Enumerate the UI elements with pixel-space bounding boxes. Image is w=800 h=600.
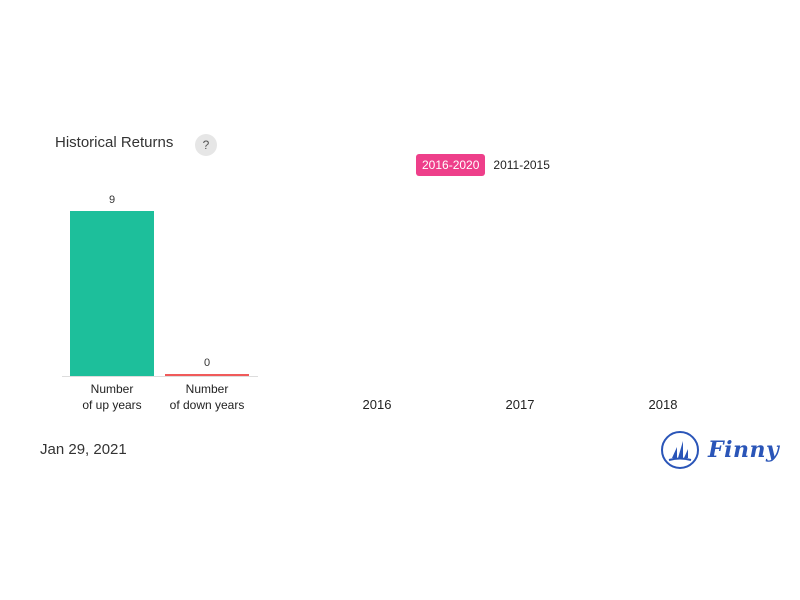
sailboat-icon [661, 431, 699, 469]
returns-chart: 9 Number of up years 0 Number of down years 20… [62, 194, 678, 412]
finny-logo: Finny [660, 430, 779, 470]
bar-1 [165, 374, 249, 376]
year-label-2018: 2018 [649, 397, 678, 412]
category-label-0-1: of up years [82, 398, 141, 412]
year-label-2017: 2017 [506, 397, 535, 412]
category-label-0-0: Number [91, 382, 134, 396]
year-label-2016: 2016 [363, 397, 392, 412]
data-label-0: 9 [109, 194, 115, 206]
bar-0 [70, 211, 154, 376]
as-of-date: Jan 29, 2021 [40, 441, 127, 458]
data-label-1: 0 [204, 357, 210, 369]
category-label-1-1: of down years [170, 398, 245, 412]
category-label-1-0: Number [186, 382, 229, 396]
brand-name: Finny [708, 437, 780, 463]
page: Historical Returns ? 2016-2020 2011-2015… [0, 0, 800, 600]
